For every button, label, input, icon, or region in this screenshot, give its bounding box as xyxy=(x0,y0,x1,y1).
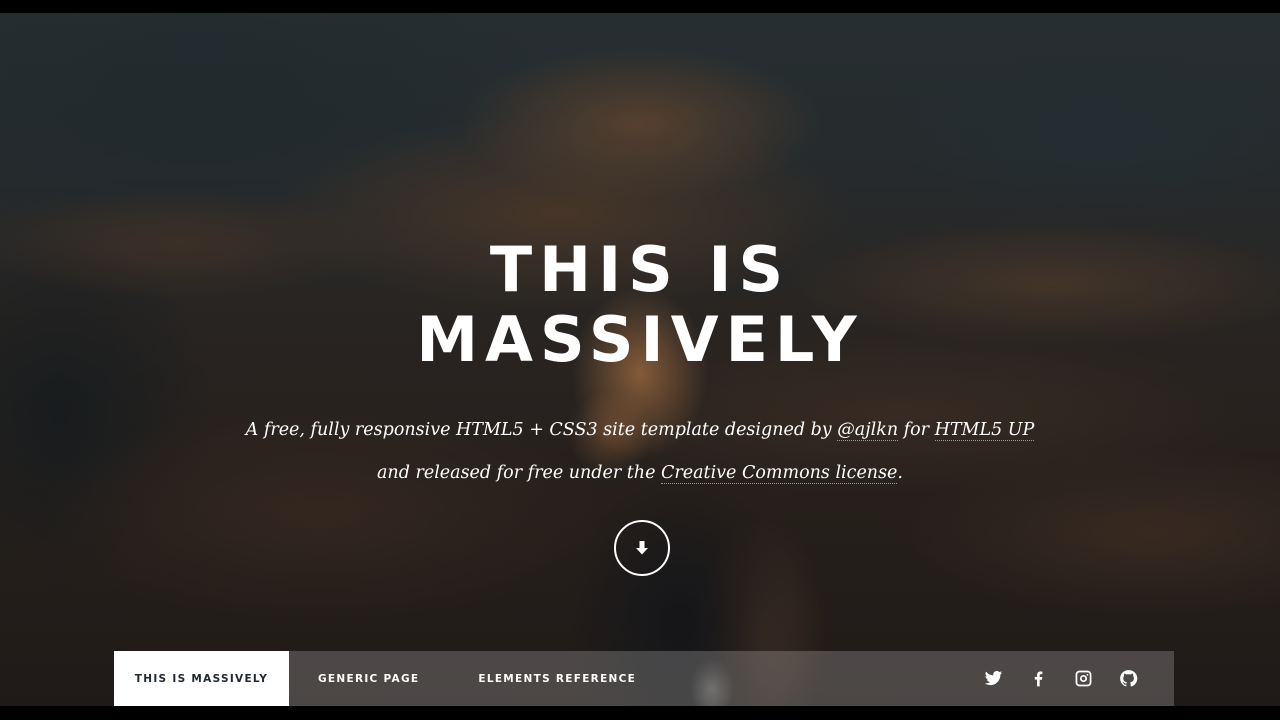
facebook-icon[interactable] xyxy=(1028,669,1048,689)
arrow-down-icon xyxy=(636,541,648,555)
subtitle-text: for xyxy=(898,420,935,440)
nav-links: This is Massively Generic Page Elements … xyxy=(114,651,665,706)
letterbox-top xyxy=(0,0,1280,13)
subtitle-text: . xyxy=(897,463,903,483)
nav-link-elements-reference[interactable]: Elements Reference xyxy=(449,651,665,706)
hero-section: This is Massively A free, fully responsi… xyxy=(0,13,1280,706)
subtitle-text: and released for free under the xyxy=(377,463,661,483)
github-icon[interactable] xyxy=(1118,669,1138,689)
title-line-2: Massively xyxy=(416,303,864,376)
intro-subtitle: A free, fully responsive HTML5 + CSS3 si… xyxy=(0,409,1280,495)
author-link[interactable]: @ajlkn xyxy=(837,420,899,441)
nav-link-generic-page[interactable]: Generic Page xyxy=(289,651,449,706)
scroll-down-button[interactable] xyxy=(614,520,670,576)
letterbox-bottom xyxy=(0,706,1280,720)
social-icons xyxy=(983,651,1138,706)
title-line-1: This is xyxy=(489,233,791,306)
nav-link-this-is-massively[interactable]: This is Massively xyxy=(114,651,289,706)
instagram-icon[interactable] xyxy=(1073,669,1093,689)
page-title: This is Massively xyxy=(0,235,1280,375)
license-link[interactable]: Creative Commons license xyxy=(661,463,898,484)
subtitle-text: A free, fully responsive HTML5 + CSS3 si… xyxy=(245,420,838,440)
main-nav: This is Massively Generic Page Elements … xyxy=(114,651,1174,706)
html5up-link[interactable]: HTML5 UP xyxy=(934,420,1035,441)
twitter-icon[interactable] xyxy=(983,669,1003,689)
